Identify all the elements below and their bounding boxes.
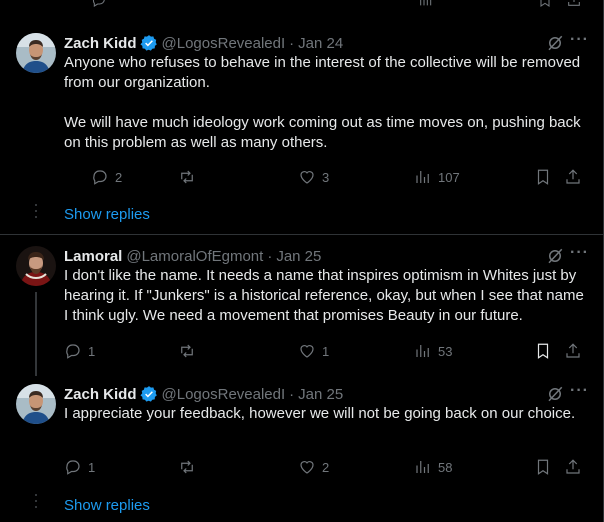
repost-button[interactable] bbox=[178, 167, 196, 187]
like-button[interactable]: 3 bbox=[298, 167, 329, 187]
separator: · bbox=[267, 247, 273, 265]
reply-icon bbox=[66, 344, 80, 359]
share-icon bbox=[566, 343, 580, 358]
verified-badge-icon bbox=[139, 386, 157, 402]
separator: · bbox=[289, 34, 295, 52]
bookmark-button[interactable] bbox=[534, 167, 552, 187]
views-icon[interactable] bbox=[418, 0, 434, 13]
tweet-paragraph: I appreciate your feedback, however we w… bbox=[64, 405, 576, 422]
share-button[interactable] bbox=[564, 341, 582, 361]
handle[interactable]: @LogosRevealedI bbox=[162, 35, 286, 52]
avatar[interactable] bbox=[16, 33, 56, 73]
views-icon bbox=[416, 345, 429, 357]
reply-count: 2 bbox=[115, 169, 123, 185]
show-replies-link[interactable]: Show replies bbox=[64, 206, 150, 223]
views-button[interactable]: 58 bbox=[414, 457, 452, 477]
grok-icon[interactable] bbox=[546, 247, 564, 265]
bookmark-button[interactable] bbox=[534, 457, 552, 477]
tweet-paragraph: We will have much ideology work coming o… bbox=[64, 114, 581, 151]
tweet-header: Zach Kidd @LogosRevealedI · Jan 24 bbox=[64, 33, 343, 53]
like-count: 3 bbox=[322, 169, 330, 185]
tweet-1-actions: 2 3 107 bbox=[0, 167, 604, 187]
like-count: 1 bbox=[322, 343, 330, 359]
avatar[interactable] bbox=[16, 246, 56, 286]
tweet-paragraph: Anyone who refuses to behave in the inte… bbox=[64, 54, 581, 91]
views-button[interactable]: 107 bbox=[414, 167, 460, 187]
reply-icon bbox=[66, 460, 80, 475]
repost-button[interactable] bbox=[178, 457, 196, 477]
timestamp[interactable]: Jan 24 bbox=[298, 35, 343, 52]
display-name[interactable]: Zach Kidd bbox=[64, 386, 137, 403]
tweet-3-actions: 1 2 58 bbox=[0, 457, 604, 477]
timestamp[interactable]: Jan 25 bbox=[276, 248, 321, 265]
grok-icon[interactable] bbox=[546, 34, 564, 52]
reply-button[interactable]: 1 bbox=[64, 457, 95, 477]
verified-badge-icon bbox=[139, 35, 157, 51]
share-icon bbox=[566, 459, 580, 474]
thread-dots bbox=[35, 494, 37, 512]
show-replies-1[interactable]: Show replies bbox=[0, 194, 604, 234]
more-icon[interactable]: ··· bbox=[570, 383, 590, 402]
tweet-text: I appreciate your feedback, however we w… bbox=[64, 404, 584, 424]
reply-count: 1 bbox=[88, 343, 96, 359]
like-icon bbox=[300, 461, 314, 474]
reply-icon[interactable] bbox=[91, 0, 107, 13]
tweet-paragraph: I don't like the name. It needs a name t… bbox=[64, 267, 584, 324]
share-icon[interactable] bbox=[566, 0, 582, 13]
show-replies-2[interactable]: Show replies bbox=[0, 486, 604, 522]
display-name[interactable]: Lamoral bbox=[64, 248, 122, 265]
view-count: 58 bbox=[438, 459, 453, 475]
handle[interactable]: @LamoralOfEgmont bbox=[126, 248, 263, 265]
like-button[interactable]: 1 bbox=[298, 341, 329, 361]
view-count: 53 bbox=[438, 343, 453, 359]
share-button[interactable] bbox=[564, 167, 582, 187]
bookmark-icon bbox=[537, 343, 549, 359]
reply-icon bbox=[93, 170, 107, 185]
tweet-text: I don't like the name. It needs a name t… bbox=[64, 266, 584, 326]
bookmark-button[interactable] bbox=[534, 341, 552, 361]
reply-button[interactable]: 1 bbox=[64, 341, 95, 361]
like-icon bbox=[300, 345, 314, 358]
previous-tweet-actions bbox=[0, 0, 604, 8]
repost-icon bbox=[181, 170, 193, 184]
timestamp[interactable]: Jan 25 bbox=[298, 386, 343, 403]
avatar[interactable] bbox=[16, 384, 56, 424]
grok-icon[interactable] bbox=[546, 385, 564, 403]
views-icon bbox=[416, 171, 429, 183]
reply-button[interactable]: 2 bbox=[91, 167, 122, 187]
more-icon[interactable]: ··· bbox=[570, 32, 590, 51]
view-count: 107 bbox=[438, 169, 460, 185]
handle[interactable]: @LogosRevealedI bbox=[162, 386, 286, 403]
separator: · bbox=[289, 385, 295, 403]
tweet-header: Zach Kidd @LogosRevealedI · Jan 25 bbox=[64, 384, 343, 404]
bookmark-icon bbox=[537, 169, 549, 185]
thread-line bbox=[35, 292, 37, 376]
views-icon bbox=[416, 461, 429, 473]
more-icon[interactable]: ··· bbox=[570, 245, 590, 264]
share-button[interactable] bbox=[564, 457, 582, 477]
repost-icon bbox=[181, 344, 193, 358]
tweet-text: Anyone who refuses to behave in the inte… bbox=[64, 53, 584, 153]
share-icon bbox=[566, 169, 580, 184]
like-button[interactable]: 2 bbox=[298, 457, 329, 477]
divider bbox=[0, 234, 604, 235]
bookmark-icon[interactable] bbox=[537, 0, 553, 13]
tweet-header: Lamoral @LamoralOfEgmont · Jan 25 bbox=[64, 246, 321, 266]
like-count: 2 bbox=[322, 459, 330, 475]
repost-icon bbox=[181, 460, 193, 474]
reply-count: 1 bbox=[88, 459, 96, 475]
thread-dots bbox=[35, 204, 37, 222]
display-name[interactable]: Zach Kidd bbox=[64, 35, 137, 52]
views-button[interactable]: 53 bbox=[414, 341, 452, 361]
bookmark-icon bbox=[537, 459, 549, 475]
repost-button[interactable] bbox=[178, 341, 196, 361]
tweet-2-actions: 1 1 53 bbox=[0, 341, 604, 361]
like-icon bbox=[300, 171, 314, 184]
show-replies-link[interactable]: Show replies bbox=[64, 497, 150, 514]
